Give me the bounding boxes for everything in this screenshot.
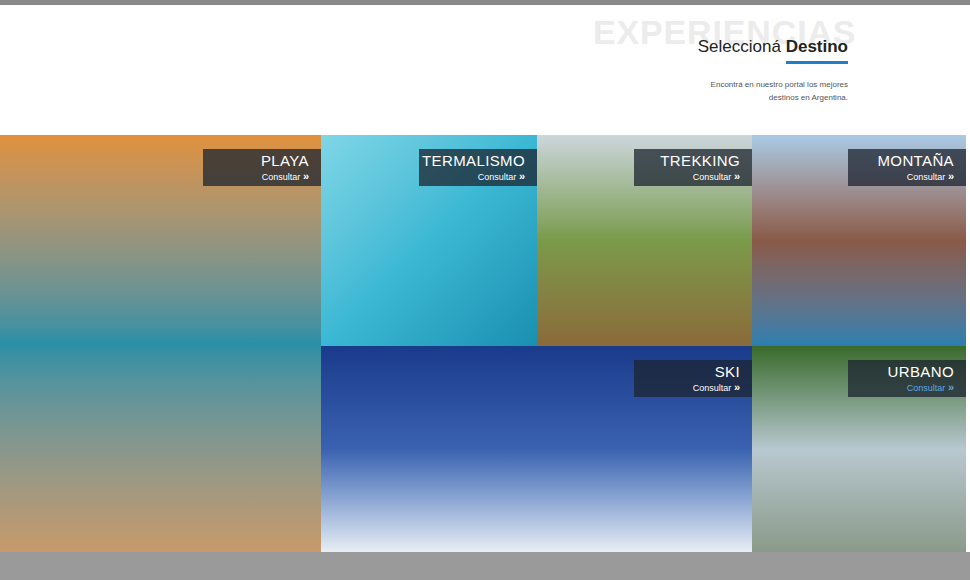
destination-tile[interactable]: SKIConsultar » bbox=[321, 346, 752, 552]
destination-tile[interactable]: URBANOConsultar » bbox=[752, 346, 966, 552]
consult-link[interactable]: Consultar » bbox=[693, 170, 740, 183]
chevron-icon: » bbox=[948, 381, 954, 393]
tile-title: MONTAÑA bbox=[877, 152, 954, 170]
header: EXPERIENCIASSeleccioná DestinoEncontrá e… bbox=[0, 5, 970, 135]
tile-label[interactable]: MONTAÑAConsultar » bbox=[848, 149, 966, 186]
tile-title: PLAYA bbox=[261, 152, 309, 170]
section-title: Seleccioná Destino bbox=[698, 36, 848, 64]
chevron-icon: » bbox=[734, 381, 740, 393]
tile-title: TERMALISMO bbox=[422, 152, 525, 170]
chevron-icon: » bbox=[948, 170, 954, 182]
destination-tile[interactable]: PLAYAConsultar » bbox=[0, 135, 321, 552]
destination-grid: PLAYAConsultar »TERMALISMOConsultar »TRE… bbox=[0, 135, 966, 552]
consult-link[interactable]: Consultar » bbox=[478, 170, 525, 183]
chevron-icon: » bbox=[734, 170, 740, 182]
tile-label[interactable]: SKIConsultar » bbox=[634, 360, 752, 397]
consult-link[interactable]: Consultar » bbox=[262, 170, 309, 183]
destination-tile[interactable]: TERMALISMOConsultar » bbox=[321, 135, 537, 346]
tile-title: SKI bbox=[715, 363, 740, 381]
tile-label[interactable]: URBANOConsultar » bbox=[848, 360, 966, 397]
page: EXPERIENCIASSeleccioná DestinoEncontrá e… bbox=[0, 0, 970, 580]
tile-title: TREKKING bbox=[660, 152, 740, 170]
tile-label[interactable]: PLAYAConsultar » bbox=[203, 149, 321, 186]
consult-link[interactable]: Consultar » bbox=[693, 381, 740, 394]
title-underline bbox=[786, 61, 848, 64]
bottom-bar bbox=[0, 552, 970, 580]
section-subtitle: Encontrá en nuestro portal los mejoresde… bbox=[711, 78, 848, 104]
tile-title: URBANO bbox=[888, 363, 954, 381]
consult-link[interactable]: Consultar » bbox=[907, 170, 954, 183]
top-bar bbox=[0, 0, 970, 5]
destination-tile[interactable]: MONTAÑAConsultar » bbox=[752, 135, 966, 346]
chevron-icon: » bbox=[303, 170, 309, 182]
tile-label[interactable]: TREKKINGConsultar » bbox=[634, 149, 752, 186]
consult-link[interactable]: Consultar » bbox=[907, 381, 954, 394]
destination-tile[interactable]: TREKKINGConsultar » bbox=[537, 135, 752, 346]
chevron-icon: » bbox=[519, 170, 525, 182]
tile-label[interactable]: TERMALISMOConsultar » bbox=[419, 149, 537, 186]
